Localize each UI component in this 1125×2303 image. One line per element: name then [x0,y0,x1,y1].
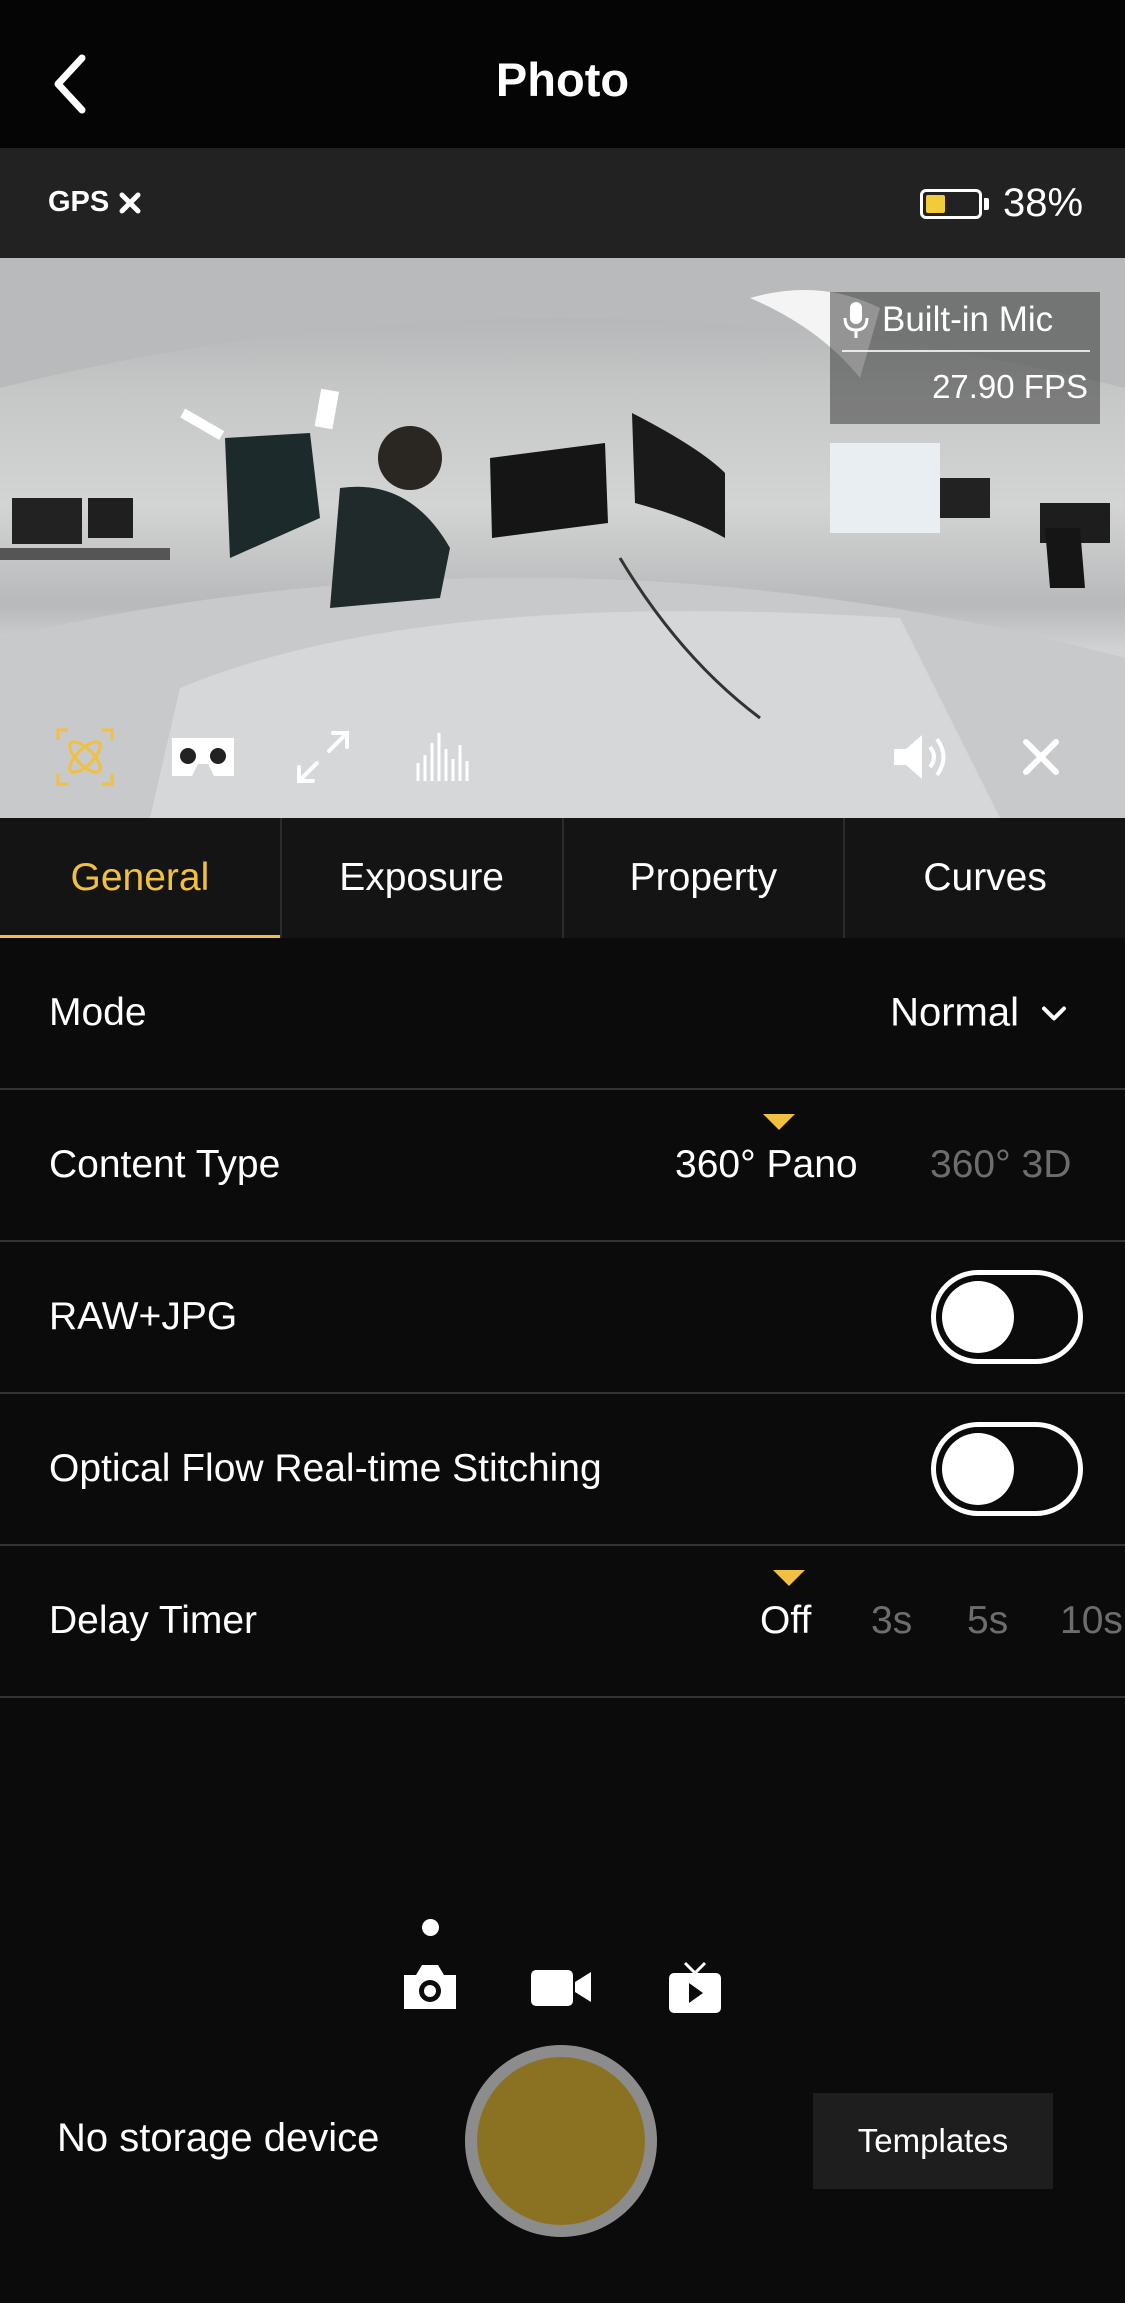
battery-fill [926,194,945,213]
toggle-knob [942,1433,1014,1505]
volume-icon [894,735,946,779]
mode-value: Normal [890,990,1019,1035]
optical-flow-toggle[interactable] [931,1422,1083,1516]
mode-dropdown[interactable]: Normal [890,991,1067,1036]
storage-status: No storage device [57,2116,380,2160]
delay-option-off[interactable]: Off [760,1599,811,1643]
content-type-row: Content Type 360° Pano 360° 3D [0,1090,1125,1242]
tab-property[interactable]: Property [564,818,846,938]
battery-percent: 38% [1003,181,1084,225]
video-mode-button[interactable] [526,1952,596,2022]
stabilization-button[interactable] [50,722,120,792]
photo-mode-button[interactable] [395,1952,465,2022]
battery-status: 38% [920,181,1083,226]
content-type-picker[interactable]: 360° Pano 360° 3D [665,1090,1125,1240]
vr-headset-icon [172,738,234,776]
raw-jpg-toggle[interactable] [931,1270,1083,1364]
delay-option-10s[interactable]: 10s [1060,1599,1123,1643]
content-type-label: Content Type [49,1143,281,1186]
tab-exposure[interactable]: Exposure [282,818,564,938]
mode-row: Mode Normal [0,938,1125,1090]
battery-icon [920,188,982,219]
content-type-option-next[interactable]: 360° 3D [930,1143,1071,1187]
settings-tabs: General Exposure Property Curves [0,818,1125,938]
gps-label: GPS [48,186,110,218]
volume-button[interactable] [886,722,956,792]
delay-option-5s[interactable]: 5s [967,1599,1008,1643]
mic-label: Built-in Mic [882,300,1054,339]
photo-camera-icon [404,1965,456,2009]
optical-flow-label: Optical Flow Real-time Stitching [49,1447,602,1490]
shutter-button-core [477,2057,645,2225]
shutter-button[interactable] [465,2045,657,2237]
content-type-option-selected[interactable]: 360° Pano [675,1143,858,1187]
tab-general[interactable]: General [0,818,282,938]
gps-status: GPS [48,186,141,219]
delay-timer-picker[interactable]: Off 3s 5s 10s [735,1546,1125,1696]
live-stream-mode-button[interactable] [660,1952,730,2022]
delay-timer-row: Delay Timer Off 3s 5s 10s [0,1546,1125,1698]
raw-jpg-row: RAW+JPG [0,1242,1125,1394]
fullscreen-icon [297,731,349,783]
close-icon [1023,739,1059,775]
audio-level-button[interactable] [408,722,478,792]
page-title: Photo [495,53,630,106]
mic-indicator: Built-in Mic [842,300,1090,352]
video-camera-icon [531,1970,591,2006]
fps-readout: 27.90 FPS [932,368,1088,405]
audio-level-icon [416,733,469,781]
live-stream-icon [669,1961,721,2013]
chevron-down-icon [1042,1006,1066,1020]
fullscreen-button[interactable] [288,722,358,792]
x-icon [119,192,141,213]
delay-timer-label: Delay Timer [49,1599,258,1642]
optical-flow-row: Optical Flow Real-time Stitching [0,1394,1125,1546]
mode-label: Mode [49,991,147,1034]
selection-caret-icon [773,1570,805,1586]
templates-button[interactable]: Templates [813,2093,1053,2189]
toggle-knob [942,1281,1014,1353]
tab-curves[interactable]: Curves [845,818,1125,938]
delay-option-3s[interactable]: 3s [871,1599,912,1643]
vr-view-button[interactable] [168,722,238,792]
raw-jpg-label: RAW+JPG [49,1295,238,1338]
selected-mode-indicator [422,1919,439,1936]
battery-tip [984,197,989,210]
stabilization-icon [56,728,114,786]
selection-caret-icon [763,1114,795,1130]
microphone-icon [843,302,869,338]
close-preview-button[interactable] [1006,722,1076,792]
